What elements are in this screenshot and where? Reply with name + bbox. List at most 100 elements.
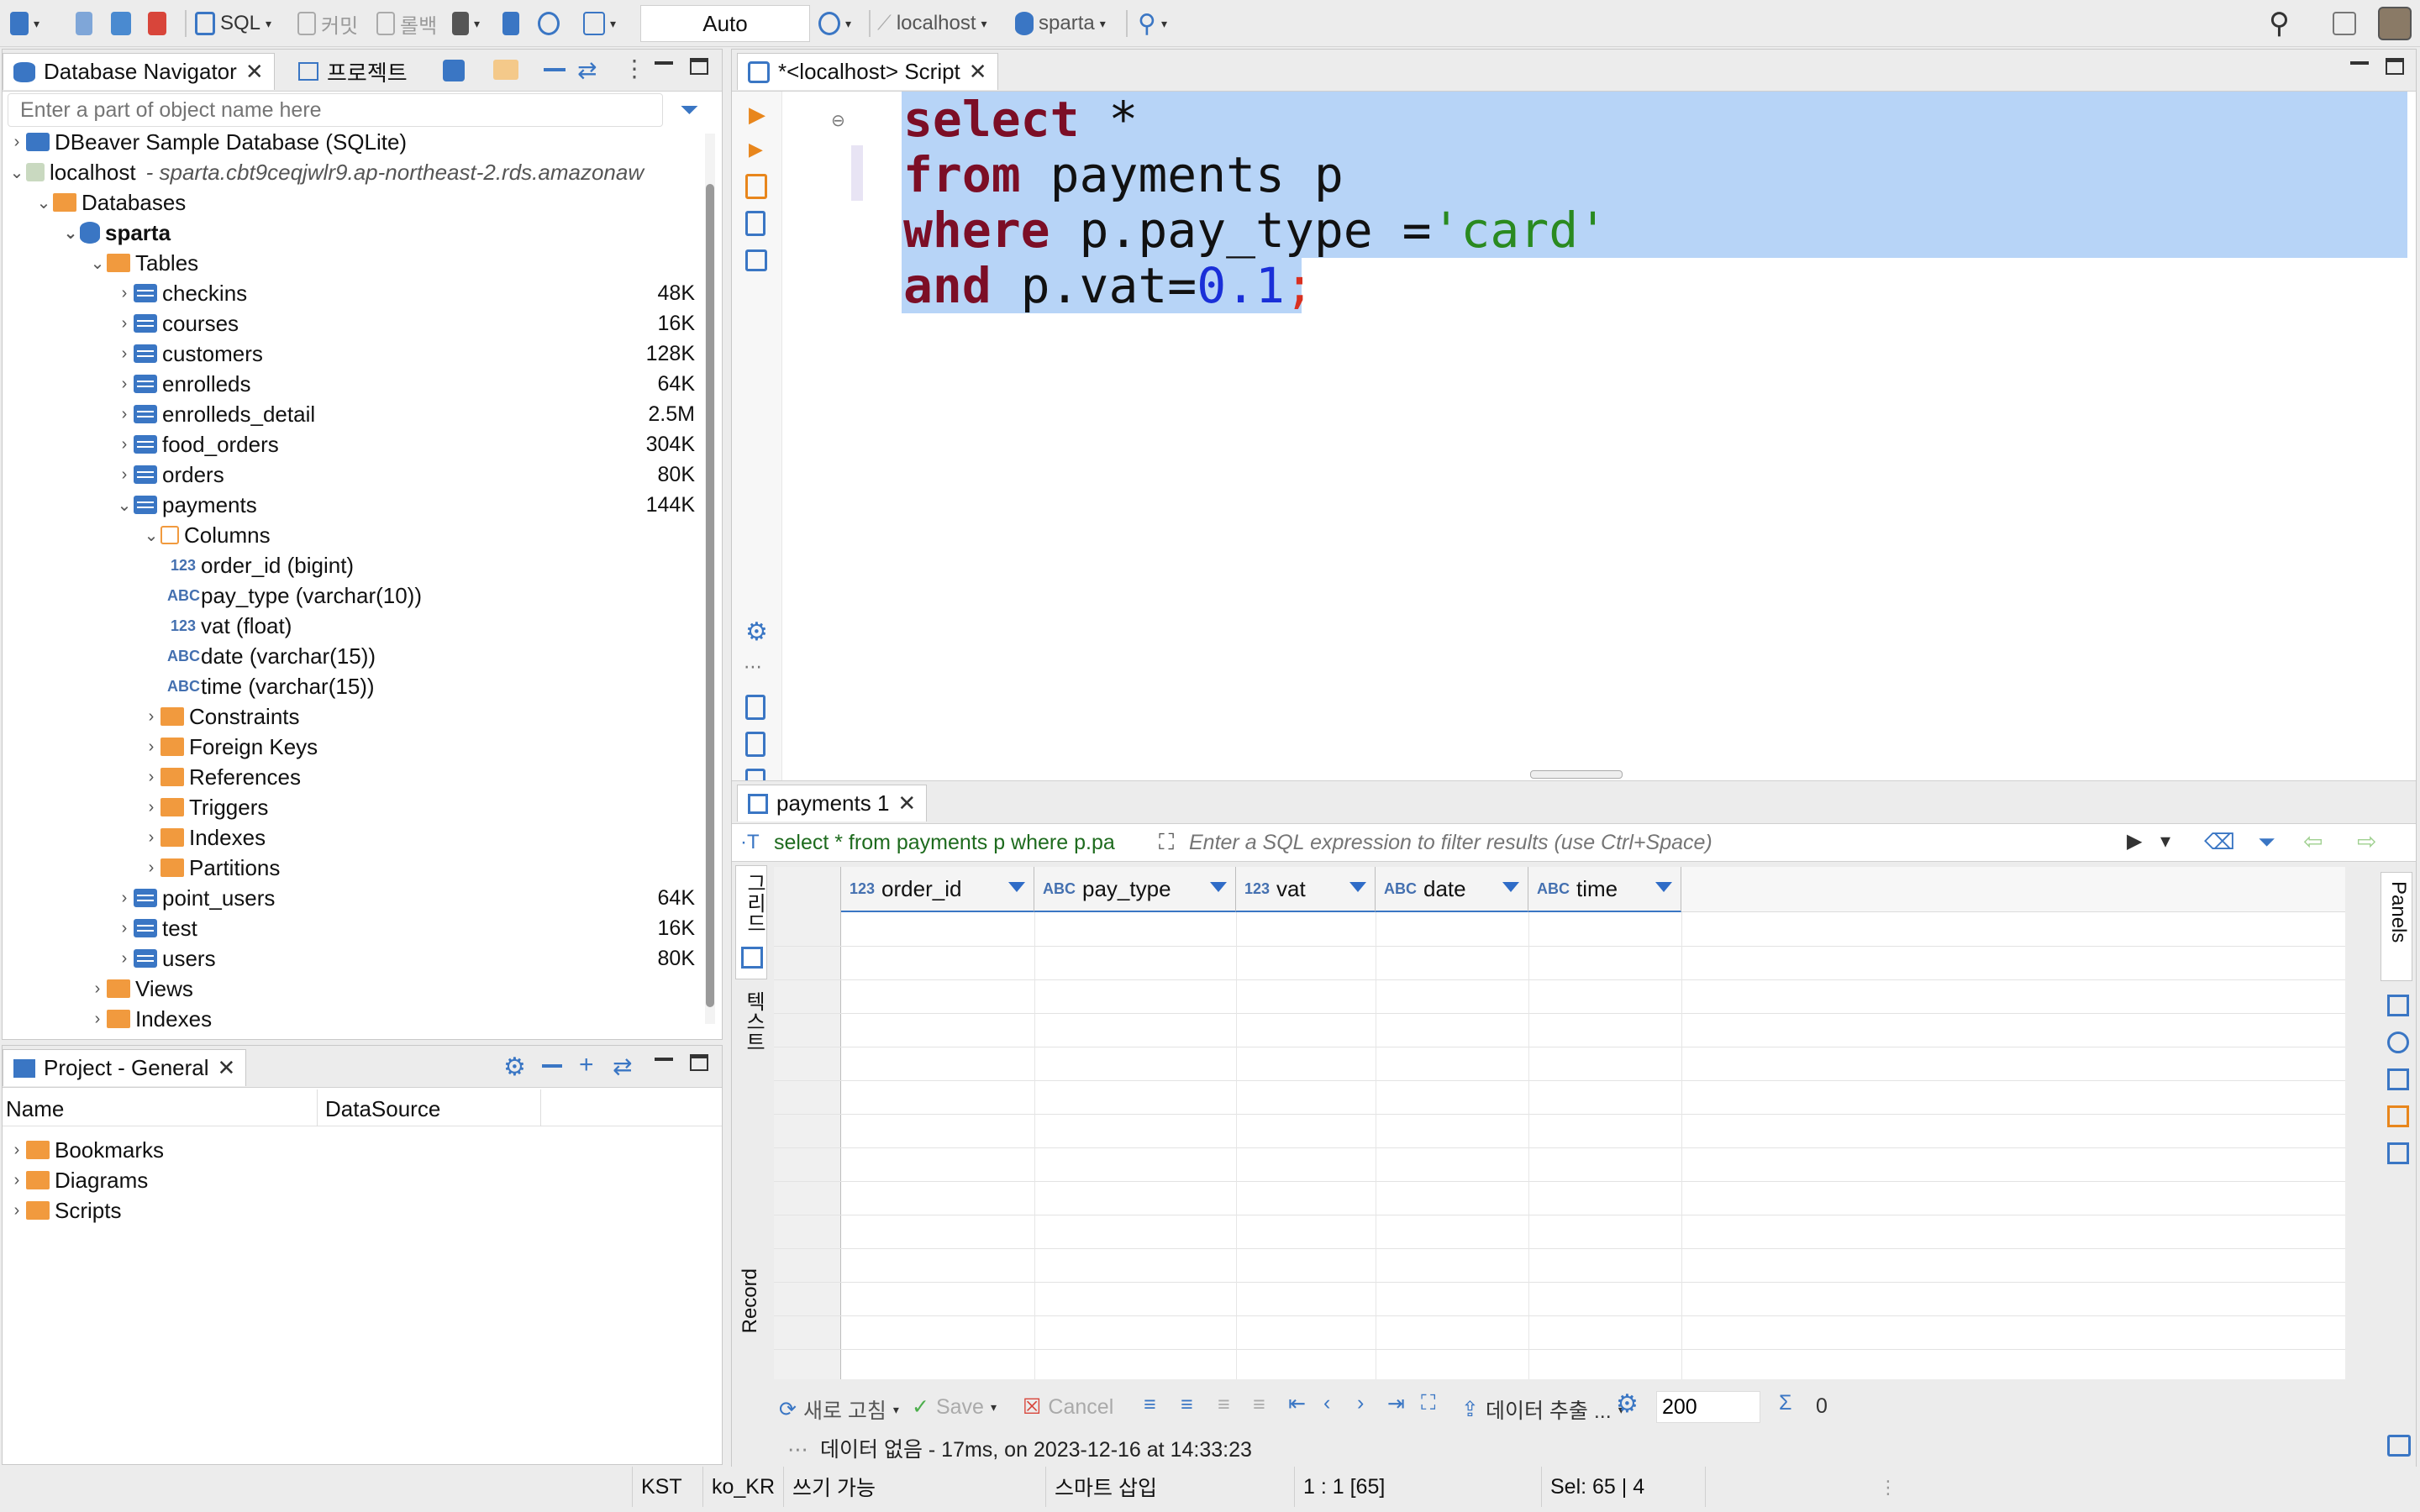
- layout-icon[interactable]: [2387, 995, 2409, 1016]
- new-connection-icon[interactable]: [443, 60, 465, 81]
- tree-item-partitions[interactable]: › Partitions: [142, 853, 281, 883]
- perspective-button[interactable]: [2333, 8, 2356, 39]
- tab-project[interactable]: 프로젝트: [288, 53, 418, 90]
- tree-item-triggers[interactable]: › Triggers: [142, 792, 269, 822]
- filter-icon[interactable]: ⏷: [2258, 829, 2275, 856]
- row-count-icon[interactable]: Σ: [1779, 1391, 1791, 1415]
- table-row[interactable]: › enrolleds 64K: [115, 369, 695, 399]
- table-row[interactable]: › test 16K: [115, 913, 695, 943]
- settings-icon[interactable]: ⚙: [503, 1053, 526, 1082]
- write-mode-status[interactable]: 쓰기 가능: [783, 1467, 1045, 1507]
- project-item-diagrams[interactable]: › Diagrams: [8, 1165, 149, 1195]
- global-search-button[interactable]: ⚲: [2269, 8, 2290, 39]
- datasource-column-header[interactable]: DataSource: [325, 1096, 440, 1122]
- execute-statement-icon[interactable]: ▶: [749, 102, 765, 128]
- table-row[interactable]: › point_users 64K: [115, 883, 695, 913]
- results-grid[interactable]: 123 order_id ABC pay_type 123 vat ABC date A…: [774, 867, 2345, 1379]
- table-row[interactable]: › orders 80K: [115, 459, 695, 490]
- calc-icon[interactable]: [2387, 1032, 2409, 1053]
- sort-dropdown-icon[interactable]: [1210, 882, 1227, 892]
- column-header-order-id[interactable]: 123 order_id: [841, 867, 1034, 912]
- transaction-log-button[interactable]: [538, 8, 560, 39]
- settings-icon[interactable]: ⚙: [1616, 1389, 1639, 1419]
- disconnect-button[interactable]: [148, 8, 166, 39]
- column-header-vat[interactable]: 123 vat: [1236, 867, 1376, 912]
- filter-history-icon[interactable]: ▾: [2160, 829, 2170, 853]
- cancel-button[interactable]: ☒ Cancel: [1023, 1394, 1113, 1420]
- tab-record-view[interactable]: Record: [735, 1268, 767, 1403]
- settings-icon[interactable]: ⚙: [745, 617, 768, 647]
- prev-page-icon[interactable]: ‹: [1323, 1391, 1330, 1415]
- tree-item-constraints[interactable]: › Constraints: [142, 701, 300, 732]
- transaction-mode-button[interactable]: ▾: [452, 8, 480, 39]
- sort-dropdown-icon[interactable]: [1655, 882, 1672, 892]
- expand-filter-icon[interactable]: ⛶: [1159, 829, 1174, 856]
- save-button[interactable]: ✓ Save ▾: [912, 1394, 997, 1420]
- minimize-icon[interactable]: [655, 1058, 673, 1061]
- add-row-icon[interactable]: ≡: [1181, 1393, 1193, 1417]
- sort-dropdown-icon[interactable]: [1349, 882, 1366, 892]
- table-row[interactable]: › courses 16K: [115, 308, 695, 339]
- name-column-header[interactable]: Name: [6, 1096, 64, 1122]
- link-editor-icon[interactable]: ⇄: [613, 1053, 632, 1080]
- tree-item-columns[interactable]: ⌄ Columns: [142, 520, 271, 550]
- column-item[interactable]: ABC date (varchar(15)): [167, 641, 376, 671]
- maximize-icon[interactable]: [690, 58, 708, 75]
- table-row-payments[interactable]: ⌄ payments 144K: [115, 490, 695, 520]
- active-connection-select[interactable]: ⟋ localhost ▾: [877, 8, 987, 39]
- terminal-icon[interactable]: [745, 249, 767, 271]
- maximize-icon[interactable]: [690, 1054, 708, 1071]
- sort-dropdown-icon[interactable]: [1502, 882, 1519, 892]
- sort-dropdown-icon[interactable]: [1008, 882, 1025, 892]
- filter-input[interactable]: [1189, 827, 2029, 858]
- view-menu-icon[interactable]: ⋮: [623, 55, 646, 82]
- column-item[interactable]: 123 vat (float): [167, 611, 292, 641]
- link-editor-icon[interactable]: ⇄: [577, 56, 597, 84]
- project-item-bookmarks[interactable]: › Bookmarks: [8, 1135, 164, 1165]
- tree-item-localhost[interactable]: ⌄ localhost - sparta.cbt9ceqjwlr9.ap-nor…: [8, 157, 644, 187]
- navigator-scrollbar[interactable]: [705, 134, 715, 1024]
- column-header-date[interactable]: ABC date: [1376, 867, 1528, 912]
- column-header-pay-type[interactable]: ABC pay_type: [1034, 867, 1236, 912]
- problems-icon[interactable]: [745, 732, 765, 757]
- references-icon[interactable]: [2387, 1142, 2409, 1164]
- explain-plan-icon[interactable]: [745, 211, 765, 236]
- commit-button[interactable]: 커밋: [297, 8, 358, 39]
- tree-item-references[interactable]: › References: [142, 762, 301, 792]
- insert-mode-status[interactable]: 스마트 삽입: [1045, 1467, 1294, 1507]
- new-folder-icon[interactable]: [493, 60, 518, 80]
- minimize-icon[interactable]: [2350, 61, 2369, 65]
- back-icon[interactable]: ⇦: [2303, 827, 2323, 855]
- execute-new-tab-icon[interactable]: ▶: [749, 139, 763, 160]
- minimize-icon[interactable]: [655, 61, 673, 65]
- tree-item-databases[interactable]: ⌄ Databases: [34, 187, 187, 218]
- table-row[interactable]: › enrolleds_detail 2.5M: [115, 399, 695, 429]
- maximize-icon[interactable]: [2386, 58, 2404, 75]
- tab-text-view[interactable]: 텍스트: [735, 991, 767, 1075]
- copy-row-icon[interactable]: ≡: [1218, 1393, 1230, 1417]
- column-header-time[interactable]: ABC time: [1528, 867, 1681, 912]
- first-page-icon[interactable]: ⇤: [1288, 1391, 1306, 1416]
- tree-item-sample-db[interactable]: › DBeaver Sample Database (SQLite): [8, 127, 407, 157]
- navigator-search-input[interactable]: [8, 93, 663, 127]
- search-button[interactable]: ⚲ ▾: [1138, 8, 1167, 39]
- tab-grid-view[interactable]: 그리드: [735, 865, 767, 979]
- splitter-toggle-icon[interactable]: [1530, 770, 1623, 779]
- column-item[interactable]: ABC time (varchar(15)): [167, 671, 375, 701]
- filter-icon[interactable]: ⏷: [680, 97, 698, 124]
- project-item-scripts[interactable]: › Scripts: [8, 1195, 122, 1226]
- column-item[interactable]: ABC pay_type (varchar(10)): [167, 580, 422, 611]
- close-icon[interactable]: ✕: [897, 790, 916, 816]
- fetch-size-input[interactable]: [1656, 1391, 1760, 1423]
- pending-transactions-button[interactable]: ▾: [583, 8, 616, 39]
- apply-filter-icon[interactable]: ▶: [2127, 829, 2142, 853]
- add-icon[interactable]: +: [579, 1051, 594, 1079]
- active-database-select[interactable]: sparta ▾: [1015, 8, 1106, 39]
- next-page-icon[interactable]: ›: [1357, 1391, 1364, 1415]
- metadata-icon[interactable]: [2387, 1105, 2409, 1127]
- table-row[interactable]: › food_orders 304K: [115, 429, 695, 459]
- tree-item-tables[interactable]: ⌄ Tables: [88, 248, 199, 278]
- fold-icon[interactable]: ⊖: [831, 110, 845, 131]
- pivot-icon[interactable]: [2387, 1068, 2409, 1090]
- tab-database-navigator[interactable]: Database Navigator ✕: [3, 53, 275, 90]
